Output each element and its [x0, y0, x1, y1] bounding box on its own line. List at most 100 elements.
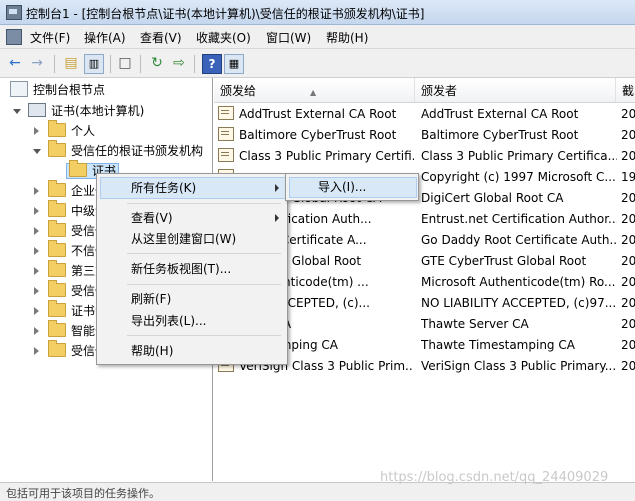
cell-expiration: 20 [621, 254, 635, 268]
menu-item-new-taskpad[interactable]: 新任务板视图(T)... [131, 259, 231, 279]
cell-issuer: NO LIABILITY ACCEPTED, (c)97... [421, 296, 617, 310]
menu-item-view[interactable]: 查看(V) [131, 208, 173, 228]
expand-arrow-icon[interactable] [34, 327, 39, 335]
cert-store-icon [28, 103, 46, 117]
menu-file[interactable]: 文件(F) [30, 29, 70, 46]
cell-expiration: 20 [621, 149, 635, 163]
expand-arrow-icon[interactable] [34, 207, 39, 215]
menu-item-new-window[interactable]: 从这里创建窗口(W) [131, 229, 236, 249]
menu-bar: 文件(F) 操作(A) 查看(V) 收藏夹(O) 窗口(W) 帮助(H) [0, 25, 635, 49]
cell-issuer: Class 3 Public Primary Certifica... [421, 149, 617, 163]
export-list-icon[interactable]: ⇨ [170, 54, 188, 72]
column-expiration[interactable]: 截 [616, 78, 635, 102]
collapse-arrow-icon[interactable] [33, 149, 41, 154]
certificate-icon [218, 127, 234, 141]
cell-expiration: 20 [621, 275, 635, 289]
expand-arrow-icon[interactable] [34, 227, 39, 235]
menu-item-all-tasks[interactable]: 所有任务(K) [131, 178, 196, 198]
folder-icon [48, 320, 66, 337]
expand-arrow-icon[interactable] [34, 287, 39, 295]
menu-item-import[interactable]: 导入(I)... [318, 178, 366, 195]
folder-icon [48, 140, 66, 157]
menu-item-refresh[interactable]: 刷新(F) [131, 289, 171, 309]
tree-node-root[interactable]: 控制台根节点 [10, 80, 105, 100]
folder-icon [48, 200, 66, 217]
sort-ascending-icon: ▲ [310, 88, 317, 97]
show-hide-action-pane-icon[interactable]: ▦ [224, 54, 244, 74]
menu-view[interactable]: 查看(V) [140, 29, 182, 46]
expand-arrow-icon[interactable] [34, 247, 39, 255]
tree-node-personal[interactable]: 个人 [34, 120, 95, 141]
expand-arrow-icon[interactable] [34, 267, 39, 275]
tree-node-cert-store[interactable]: 证书(本地计算机) [13, 101, 144, 121]
refresh-icon[interactable]: ↻ [148, 54, 166, 72]
cell-expiration: 20 [621, 338, 635, 352]
folder-icon [48, 180, 66, 197]
column-issued-to[interactable]: 颁发给 ▲ [214, 78, 415, 102]
menu-action[interactable]: 操作(A) [84, 29, 126, 46]
cell-issuer: GTE CyberTrust Global Root [421, 254, 587, 268]
mmc-system-icon[interactable] [6, 29, 22, 45]
cell-expiration: 20 [621, 296, 635, 310]
table-row[interactable]: Class 3 Public Primary Certifi... Class 3… [214, 146, 635, 167]
cell-issued-to: Class 3 Public Primary Certifi... [218, 146, 414, 167]
cell-issuer: Thawte Server CA [421, 317, 529, 331]
status-text: 包括可用于该项目的任务操作。 [6, 487, 160, 500]
certificate-icon [218, 148, 234, 162]
properties-icon[interactable]: □ [116, 54, 134, 72]
cell-expiration: 20 [621, 107, 635, 121]
console-app-icon [6, 5, 22, 20]
cell-expiration: 20 [621, 212, 635, 226]
cell-issuer: Thawte Timestamping CA [421, 338, 575, 352]
folder-icon [48, 300, 66, 317]
submenu-arrow-icon [275, 184, 279, 192]
show-hide-tree-icon[interactable]: ▥ [84, 54, 104, 74]
expand-arrow-icon[interactable] [34, 307, 39, 315]
up-folder-icon[interactable]: ▤ [62, 54, 80, 72]
folder-icon [48, 280, 66, 297]
expand-arrow-icon[interactable] [34, 127, 39, 135]
all-tasks-submenu: 导入(I)... [285, 173, 419, 201]
help-icon[interactable]: ? [202, 54, 222, 74]
cell-issuer: Baltimore CyberTrust Root [421, 128, 579, 142]
expand-arrow-icon[interactable] [34, 187, 39, 195]
cell-issued-to: AddTrust External CA Root [218, 104, 414, 125]
console-root-icon [10, 81, 28, 97]
menu-favorites[interactable]: 收藏夹(O) [196, 29, 251, 46]
cell-expiration: 20 [621, 128, 635, 142]
cell-issuer: Copyright (c) 1997 Microsoft C... [421, 170, 616, 184]
menu-window[interactable]: 窗口(W) [266, 29, 311, 46]
cell-expiration: 20 [621, 191, 635, 205]
menu-help[interactable]: 帮助(H) [326, 29, 368, 46]
back-arrow-icon[interactable]: ← [6, 54, 24, 72]
column-issuer[interactable]: 颁发者 [415, 78, 616, 102]
cell-issuer: VeriSign Class 3 Public Primary... [421, 359, 617, 373]
cell-issuer: AddTrust External CA Root [421, 107, 579, 121]
menu-item-export-list[interactable]: 导出列表(L)... [131, 311, 207, 331]
cell-expiration: 19 [621, 170, 635, 184]
cell-issued-to: Baltimore CyberTrust Root [218, 125, 414, 146]
folder-icon [48, 340, 66, 357]
cell-issuer: DigiCert Global Root CA [421, 191, 564, 205]
folder-icon [48, 240, 66, 257]
forward-arrow-icon[interactable]: → [28, 54, 46, 72]
folder-icon [48, 220, 66, 237]
list-header: 颁发给 ▲ 颁发者 截 [214, 78, 635, 103]
folder-icon [69, 160, 87, 177]
menu-item-help[interactable]: 帮助(H) [131, 341, 173, 361]
expand-arrow-icon[interactable] [34, 347, 39, 355]
collapse-arrow-icon[interactable] [13, 109, 21, 114]
certificate-icon [218, 106, 234, 120]
tree-node-trusted-root[interactable]: 受信任的根证书颁发机构 [33, 140, 203, 161]
toolbar: ← → ▤ ▥ □ ↻ ⇨ ? ▦ [0, 49, 635, 78]
cell-issuer: Go Daddy Root Certificate Auth... [421, 233, 617, 247]
folder-icon [48, 120, 66, 137]
cell-issuer: Entrust.net Certification Author... [421, 212, 617, 226]
submenu-arrow-icon [275, 214, 279, 222]
table-row[interactable]: Baltimore CyberTrust Root Baltimore Cyber… [214, 125, 635, 146]
cell-issuer: Microsoft Authenticode(tm) Ro... [421, 275, 616, 289]
cell-expiration: 20 [621, 317, 635, 331]
watermark: https://blog.csdn.net/qq_24409029 [380, 470, 609, 485]
cell-expiration: 20 [621, 233, 635, 247]
table-row[interactable]: AddTrust External CA Root AddTrust Extern… [214, 104, 635, 125]
